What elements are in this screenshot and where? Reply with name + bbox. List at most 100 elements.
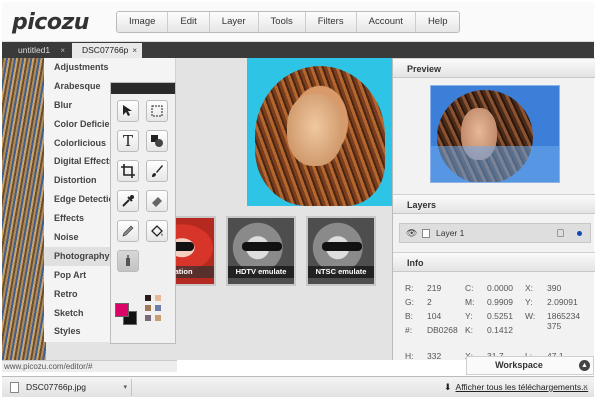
picozu-logo[interactable]: picozu <box>12 10 89 35</box>
sunglasses <box>242 242 282 251</box>
crop-tool-icon[interactable] <box>117 160 139 182</box>
effect-edge-detection[interactable]: Edge Detection <box>44 190 110 209</box>
shape-tool-icon[interactable] <box>146 130 168 152</box>
color-swatch[interactable] <box>155 295 161 301</box>
effect-color-deficiency[interactable]: Color Deficiency <box>44 115 110 134</box>
eraser-tool-icon[interactable] <box>146 190 168 212</box>
info-value-r: 219 <box>427 283 442 293</box>
sunglasses <box>322 242 362 251</box>
download-arrow-icon: ⬇ <box>444 382 452 392</box>
menu-account[interactable]: Account <box>357 12 416 32</box>
effect-adjustments[interactable]: Adjustments <box>44 58 110 77</box>
status-url: www.picozu.com/editor/# <box>2 360 177 372</box>
eyedropper-tool-icon[interactable] <box>117 190 139 212</box>
show-all-downloads-label: Afficher tous les téléchargements... <box>455 382 589 392</box>
palette-titlebar[interactable] <box>111 83 175 94</box>
menu-image[interactable]: Image <box>117 12 169 32</box>
effect-arabesque[interactable]: Arabesque <box>44 77 110 96</box>
info-value-k: 0.1412 <box>487 325 513 335</box>
effect-blur[interactable]: Blur <box>44 96 110 115</box>
eye-icon[interactable]: 👁 <box>406 224 417 242</box>
close-icon[interactable]: × <box>583 379 588 396</box>
color-swatch[interactable] <box>145 315 151 321</box>
tab-label: DSC07766p <box>82 45 129 55</box>
info-value-x: 390 <box>547 283 562 293</box>
tools-palette: T <box>110 82 176 344</box>
fill-tool-icon[interactable] <box>146 220 168 242</box>
pencil-tool-icon[interactable] <box>117 220 139 242</box>
info-value-w2: 375 <box>547 321 562 331</box>
brush-tool-icon[interactable] <box>146 160 168 182</box>
effect-styles[interactable]: Styles <box>44 322 110 341</box>
effect-pop-art[interactable]: Pop Art <box>44 266 110 285</box>
color-swatch[interactable] <box>145 305 151 311</box>
info-label: K: <box>465 325 474 335</box>
preview-panel-header[interactable]: Preview <box>393 58 595 78</box>
thumb-ntsc-emulate[interactable]: NTSC emulate <box>306 216 376 286</box>
thumb-caption: NTSC emulate <box>308 266 374 278</box>
info-value-g: 2 <box>427 297 432 307</box>
layers-panel-header[interactable]: Layers <box>393 194 595 214</box>
text-tool-icon[interactable]: T <box>117 130 139 152</box>
effect-digital-effects[interactable]: Digital Effects <box>44 152 110 171</box>
menu-tools[interactable]: Tools <box>259 12 306 32</box>
layer-name: Layer 1 <box>436 228 465 238</box>
workspace-bar: Workspace ▲ <box>466 356 594 375</box>
compass-icon[interactable]: ▲ <box>579 360 590 371</box>
marquee-tool-icon[interactable] <box>146 100 168 122</box>
workspace-button[interactable]: Workspace <box>467 357 571 374</box>
effect-effects[interactable]: Effects <box>44 209 110 228</box>
layer-checkbox[interactable] <box>422 229 430 238</box>
close-icon[interactable]: × <box>132 43 137 58</box>
effect-sketch[interactable]: Sketch <box>44 304 110 323</box>
foreground-color-swatch[interactable] <box>115 303 129 317</box>
info-value-c: 0.0000 <box>487 283 513 293</box>
download-item[interactable]: DSC07766p.jpg ▾ <box>6 379 132 396</box>
layer-row[interactable]: 👁 Layer 1 <box>399 223 591 243</box>
menu-edit[interactable]: Edit <box>168 12 210 32</box>
show-all-downloads-link[interactable]: ⬇ Afficher tous les téléchargements... <box>444 379 588 396</box>
info-label: B: <box>405 311 414 321</box>
chevron-down-icon[interactable]: ▾ <box>123 379 127 396</box>
info-label: Y: <box>525 297 533 307</box>
info-label: W: <box>525 311 536 321</box>
effect-colorlicious[interactable]: Colorlicious <box>44 134 110 153</box>
lock-icon[interactable] <box>557 229 564 237</box>
color-swatch[interactable] <box>155 315 161 321</box>
app-header: picozu Image Edit Layer Tools Filters Ac… <box>2 2 594 42</box>
info-label: Y: <box>465 311 473 321</box>
info-label: H: <box>405 351 414 361</box>
color-swatch[interactable] <box>155 305 161 311</box>
close-icon[interactable]: × <box>60 43 65 58</box>
menu-help[interactable]: Help <box>416 12 460 32</box>
color-swatch[interactable] <box>145 295 151 301</box>
info-value-m: 0.9909 <box>487 297 513 307</box>
menu-layer[interactable]: Layer <box>210 12 259 32</box>
info-panel-header[interactable]: Info <box>393 252 595 272</box>
effect-retro[interactable]: Retro <box>44 285 110 304</box>
info-value-y: 0.5251 <box>487 311 513 321</box>
move-tool-icon[interactable] <box>117 100 139 122</box>
thumb-hdtv-emulate[interactable]: HDTV emulate <box>226 216 296 286</box>
main-photo[interactable] <box>247 58 392 206</box>
right-panel: Preview Layers 👁 Layer 1 Info R: 219 G: … <box>392 58 595 361</box>
tab-dsc07766p[interactable]: DSC07766p × <box>72 43 142 58</box>
file-icon <box>10 382 19 393</box>
info-label: M: <box>465 297 475 307</box>
main-menu: Image Edit Layer Tools Filters Account H… <box>116 11 461 33</box>
canvas-image <box>2 58 46 360</box>
tab-label: untitled1 <box>18 45 51 55</box>
effect-noise[interactable]: Noise <box>44 228 110 247</box>
menu-filters[interactable]: Filters <box>306 12 357 32</box>
info-value-h: 332 <box>427 351 442 361</box>
effect-photography[interactable]: Photography <box>44 246 110 266</box>
smudge-tool-icon[interactable] <box>117 250 139 272</box>
photo-face <box>287 94 343 166</box>
tab-untitled1[interactable]: untitled1 × <box>8 43 70 58</box>
effect-distortion[interactable]: Distortion <box>44 171 110 190</box>
info-label: G: <box>405 297 414 307</box>
thumb-caption: HDTV emulate <box>228 266 294 278</box>
info-label: #: <box>405 325 413 335</box>
download-bar: DSC07766p.jpg ▾ ⬇ Afficher tous les téléc… <box>2 376 594 397</box>
info-value-hex: DB0268 <box>427 325 458 335</box>
